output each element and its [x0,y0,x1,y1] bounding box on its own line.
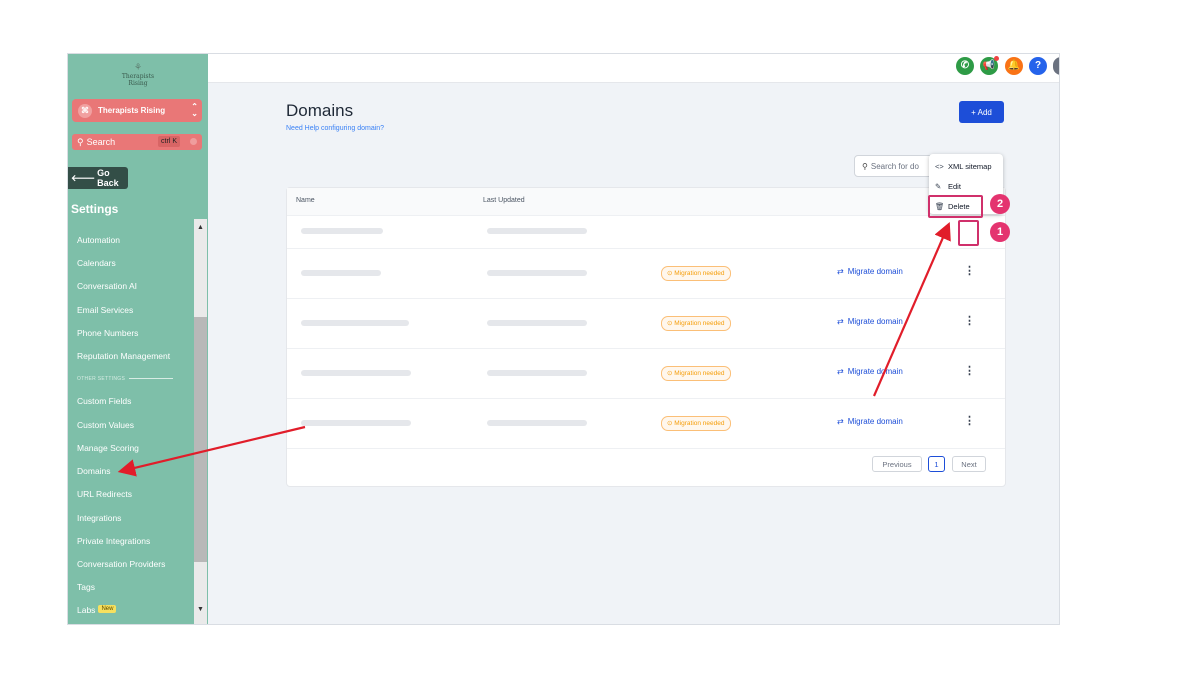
annotation-arrows [117,221,951,477]
arrow-to-kebab [872,221,951,397]
arrow-to-domains [117,425,306,477]
